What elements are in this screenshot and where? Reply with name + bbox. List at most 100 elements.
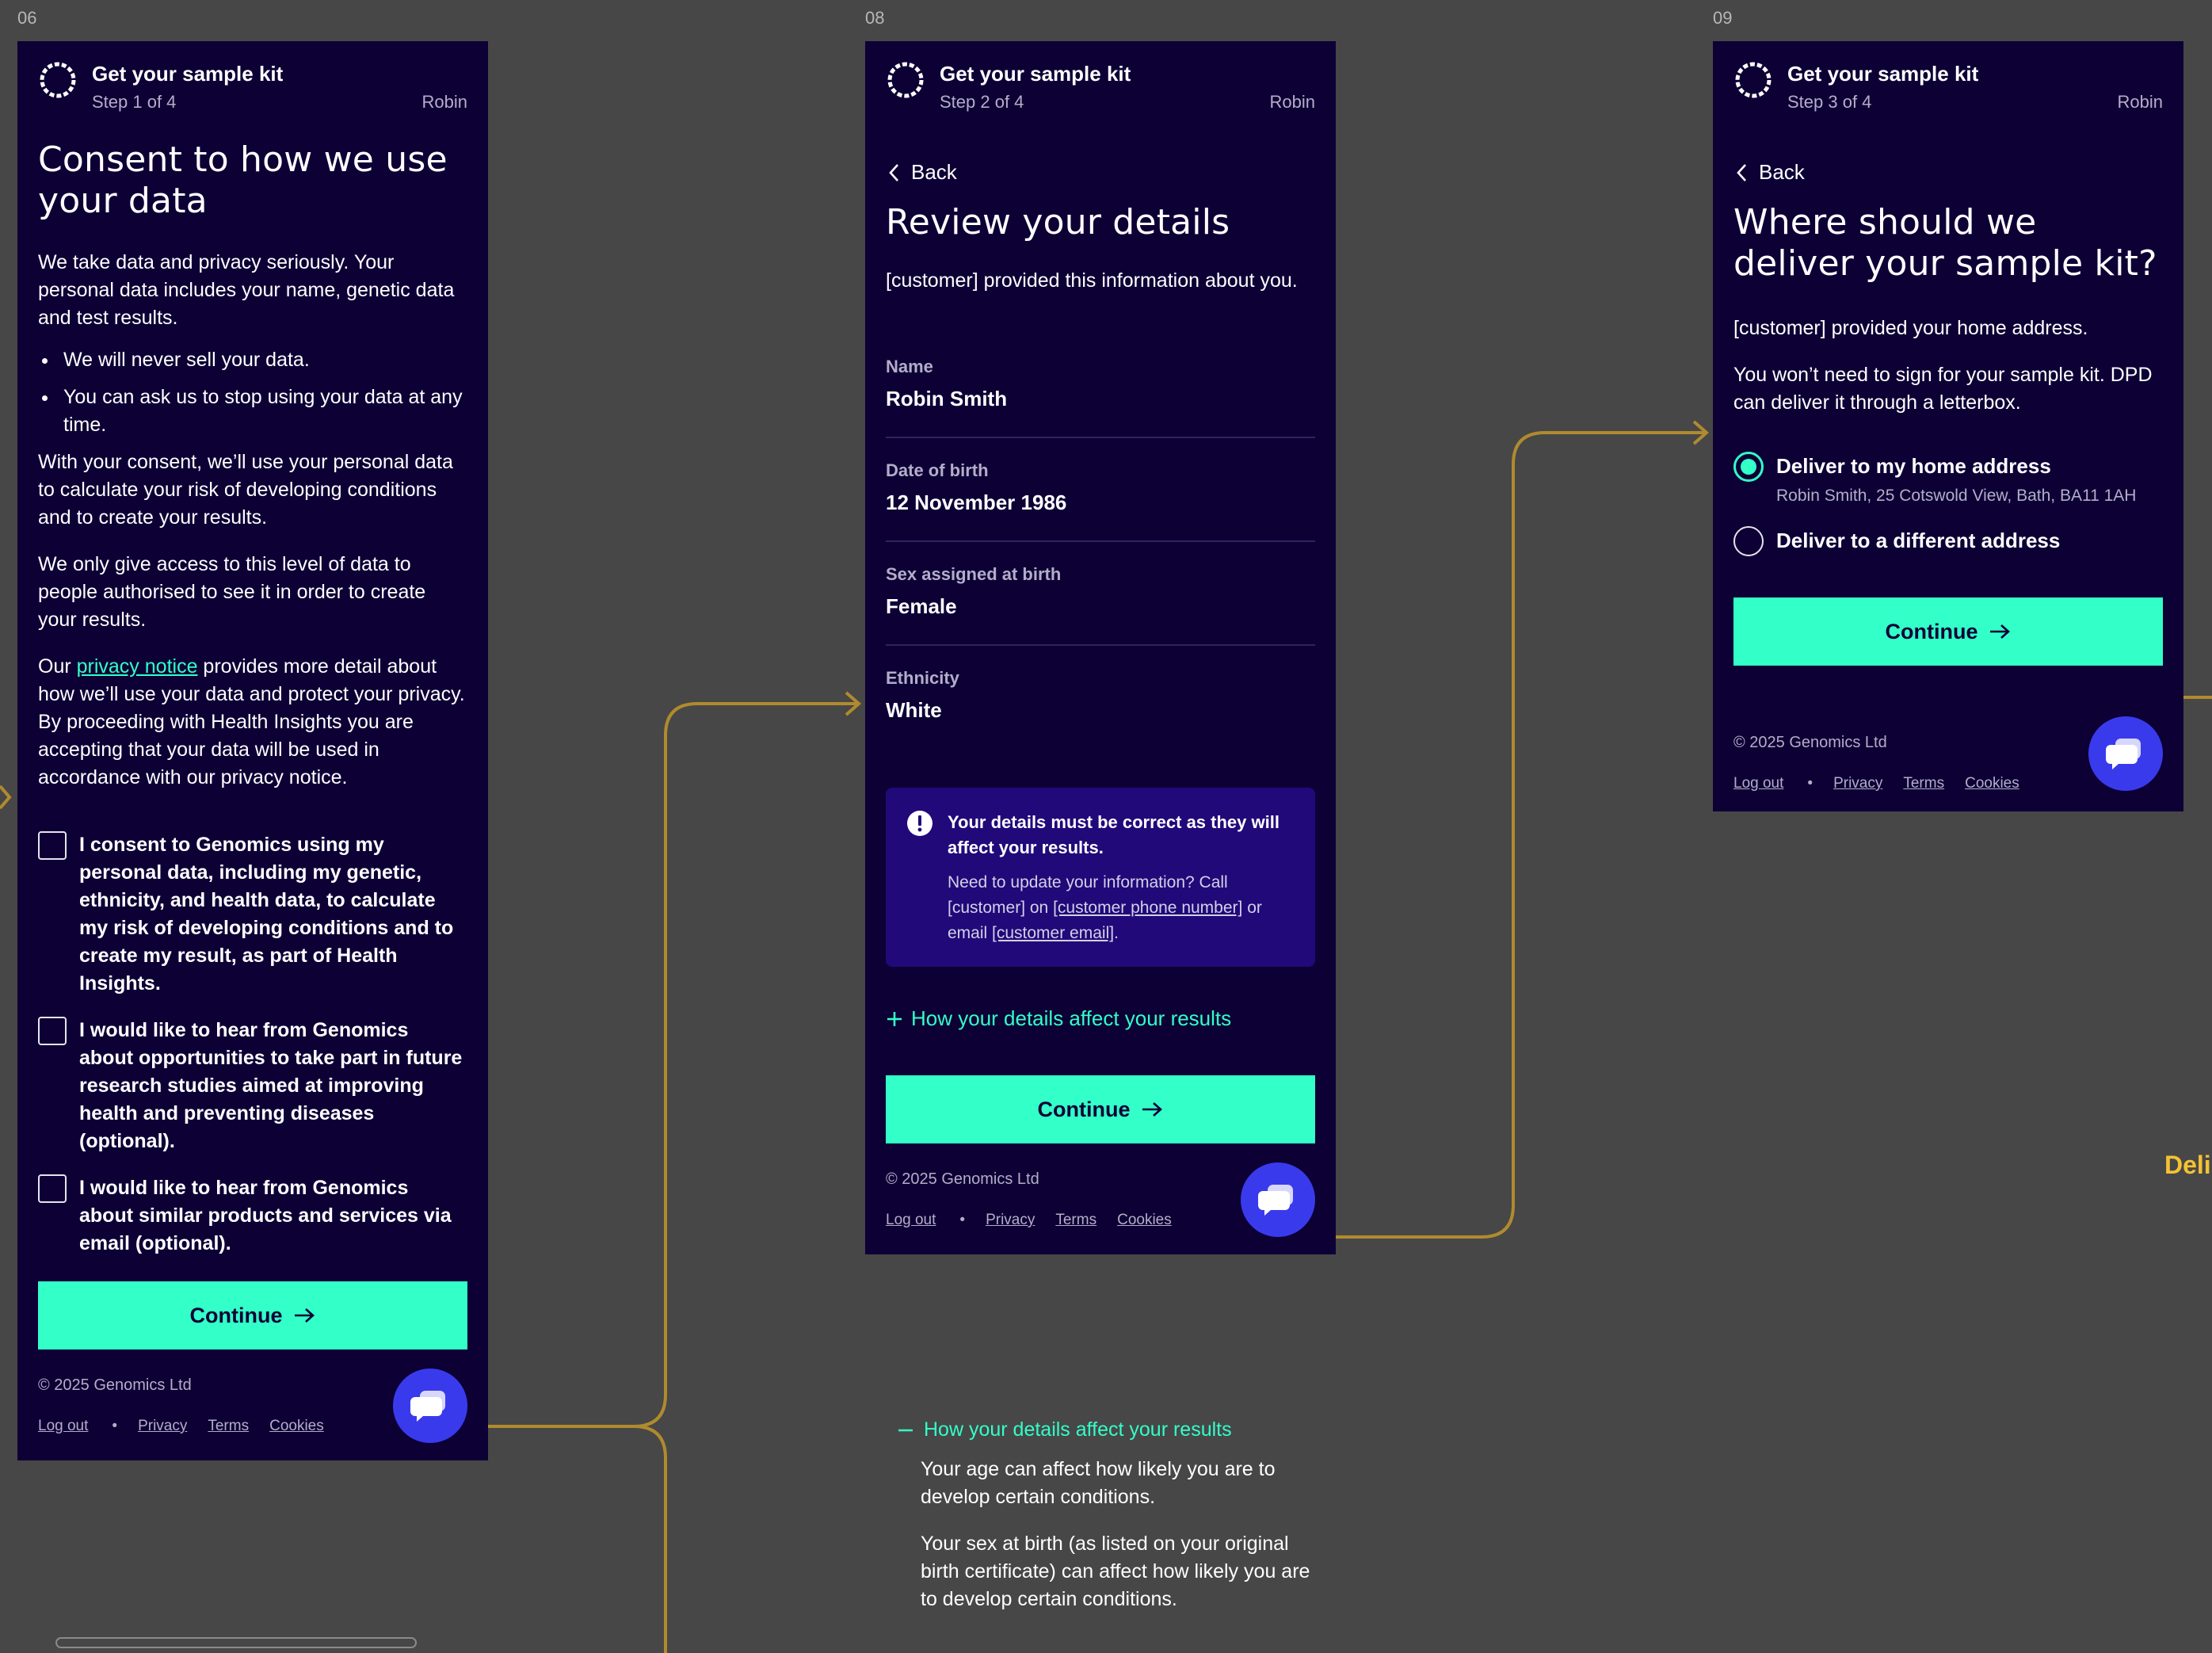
detail-field: Date of birth 12 November 1986 xyxy=(886,438,1315,542)
radio-label: Deliver to my home address xyxy=(1776,454,2051,478)
logo-icon xyxy=(887,62,924,98)
body-text: Your age can affect how likely you are t… xyxy=(921,1458,1276,1508)
checkbox-label: I consent to Genomics using my personal … xyxy=(79,834,454,994)
radio-button[interactable] xyxy=(1733,452,1764,482)
chat-button[interactable] xyxy=(393,1369,467,1443)
privacy-notice-link[interactable]: privacy notice xyxy=(77,655,198,678)
terms-link[interactable]: Terms xyxy=(1903,775,1944,792)
intro-text: [customer] provided your home address. xyxy=(1733,317,2088,339)
details-expander[interactable]: How your details affect your results xyxy=(886,1006,1315,1031)
header-title: Get your sample kit xyxy=(92,62,284,86)
copyright: © 2025 Genomics Ltd xyxy=(1733,734,1887,751)
email-link[interactable]: [customer email] xyxy=(992,924,1114,942)
chevron-left-icon xyxy=(889,163,898,181)
checkbox[interactable] xyxy=(38,1017,67,1045)
step-indicator: Step 1 of 4 xyxy=(92,92,177,112)
cookies-link[interactable]: Cookies xyxy=(1117,1212,1172,1229)
chat-button[interactable] xyxy=(2088,716,2163,791)
arrow-right-icon xyxy=(1990,624,2011,639)
checkbox[interactable] xyxy=(38,1174,67,1203)
marketing-checkbox-row[interactable]: I would like to hear from Genomics about… xyxy=(38,1174,467,1258)
footer: © 2025 Genomics Ltd Log out • Privacy Te… xyxy=(1713,666,2183,811)
cookies-link[interactable]: Cookies xyxy=(269,1418,324,1435)
body-text: With your consent, we’ll use your person… xyxy=(38,451,453,529)
field-value: White xyxy=(886,698,942,722)
phone-link[interactable]: [customer phone number] xyxy=(1053,899,1242,917)
radio-text: Deliver to my home address Robin Smith, … xyxy=(1776,452,2136,509)
list-item: We will never sell your data. xyxy=(59,346,467,374)
details-expander-open[interactable]: How your details affect your results xyxy=(897,1418,1325,1441)
terms-link[interactable]: Terms xyxy=(1055,1212,1096,1229)
step-indicator: Step 2 of 4 xyxy=(940,92,1024,112)
field-value: Robin Smith xyxy=(886,387,1008,410)
frame-label: 08 xyxy=(865,8,885,28)
continue-label: Continue xyxy=(1885,619,1978,643)
horizontal-scrollbar[interactable] xyxy=(55,1637,417,1648)
footer-links: Log out • Privacy Terms Cookies xyxy=(1733,775,2019,792)
app-header: Get your sample kit Step 3 of 4 Robin xyxy=(1713,41,2183,136)
logout-link[interactable]: Log out xyxy=(886,1212,936,1229)
continue-button[interactable]: Continue xyxy=(38,1281,467,1350)
text: . xyxy=(1114,924,1119,942)
field-label: Name xyxy=(886,357,933,376)
copyright: © 2025 Genomics Ltd xyxy=(38,1376,192,1394)
notice-heading: Your details must be correct as they wil… xyxy=(948,812,1280,857)
separator-dot: • xyxy=(959,1212,966,1228)
field-label: Ethnicity xyxy=(886,668,959,688)
radio-home-address[interactable]: Deliver to my home address Robin Smith, … xyxy=(1733,452,2163,509)
expander-label: How your details affect your results xyxy=(911,1006,1232,1030)
field-label: Sex assigned at birth xyxy=(886,564,1062,584)
privacy-link[interactable]: Privacy xyxy=(138,1418,187,1435)
radio-sublabel: Robin Smith, 25 Cotswold View, Bath, BA1… xyxy=(1776,487,2137,505)
footer-links: Log out • Privacy Terms Cookies xyxy=(886,1212,1172,1229)
radio-button[interactable] xyxy=(1733,526,1764,556)
exclamation-icon xyxy=(907,811,932,836)
privacy-link[interactable]: Privacy xyxy=(986,1212,1035,1229)
frame-label: 06 xyxy=(17,8,37,28)
minus-icon xyxy=(898,1429,913,1431)
privacy-link[interactable]: Privacy xyxy=(1833,775,1882,792)
chat-button[interactable] xyxy=(1241,1162,1315,1237)
research-checkbox-row[interactable]: I would like to hear from Genomics about… xyxy=(38,1017,467,1155)
field-value: 12 November 1986 xyxy=(886,491,1067,514)
step-indicator: Step 3 of 4 xyxy=(1787,92,1872,112)
intro-text: We take data and privacy seriously. Your… xyxy=(38,251,455,329)
logout-link[interactable]: Log out xyxy=(38,1418,88,1435)
cookies-link[interactable]: Cookies xyxy=(1965,775,2019,792)
continue-label: Continue xyxy=(1037,1097,1131,1121)
radio-label: Deliver to a different address xyxy=(1776,529,2061,552)
page-title: Where should we deliver your sample kit? xyxy=(1733,202,2157,284)
back-link[interactable]: Back xyxy=(1733,160,2163,185)
privacy-paragraph: Our privacy notice provides more detail … xyxy=(38,653,467,792)
continue-button[interactable]: Continue xyxy=(1733,597,2163,666)
radio-different-address[interactable]: Deliver to a different address xyxy=(1733,526,2163,556)
app-header: Get your sample kit Step 1 of 4 Robin xyxy=(17,41,488,136)
page-title: Consent to how we use your data xyxy=(38,139,448,221)
footer: © 2025 Genomics Ltd Log out • Privacy Te… xyxy=(17,1350,488,1460)
back-label: Back xyxy=(911,160,957,184)
body-text: You won’t need to sign for your sample k… xyxy=(1733,364,2153,414)
separator-dot: • xyxy=(112,1418,118,1434)
separator-dot: • xyxy=(1807,775,1813,792)
user-name: Robin xyxy=(1269,92,1315,112)
consent-screen: Get your sample kit Step 1 of 4 Robin Co… xyxy=(17,41,488,1460)
consent-checkbox-row[interactable]: I consent to Genomics using my personal … xyxy=(38,831,467,998)
footer-links: Log out • Privacy Terms Cookies xyxy=(38,1418,324,1435)
logout-link[interactable]: Log out xyxy=(1733,775,1783,792)
app-header: Get your sample kit Step 2 of 4 Robin xyxy=(865,41,1336,136)
chevron-left-icon xyxy=(1737,163,1746,181)
delivery-screen: Get your sample kit Step 3 of 4 Robin Ba… xyxy=(1713,41,2183,811)
terms-link[interactable]: Terms xyxy=(208,1418,249,1435)
back-link[interactable]: Back xyxy=(886,160,1315,185)
continue-label: Continue xyxy=(189,1303,283,1327)
plus-icon xyxy=(887,1011,902,1026)
detail-field: Sex assigned at birth Female xyxy=(886,542,1315,646)
list-item: You can ask us to stop using your data a… xyxy=(59,384,467,439)
page-title: Review your details xyxy=(886,202,1230,242)
review-screen: Get your sample kit Step 2 of 4 Robin Ba… xyxy=(865,41,1336,1254)
field-label: Date of birth xyxy=(886,460,989,480)
offscreen-frame-label: Deli xyxy=(2164,1151,2211,1179)
continue-button[interactable]: Continue xyxy=(886,1075,1315,1143)
checkbox[interactable] xyxy=(38,831,67,860)
chat-icon xyxy=(1258,1185,1293,1216)
